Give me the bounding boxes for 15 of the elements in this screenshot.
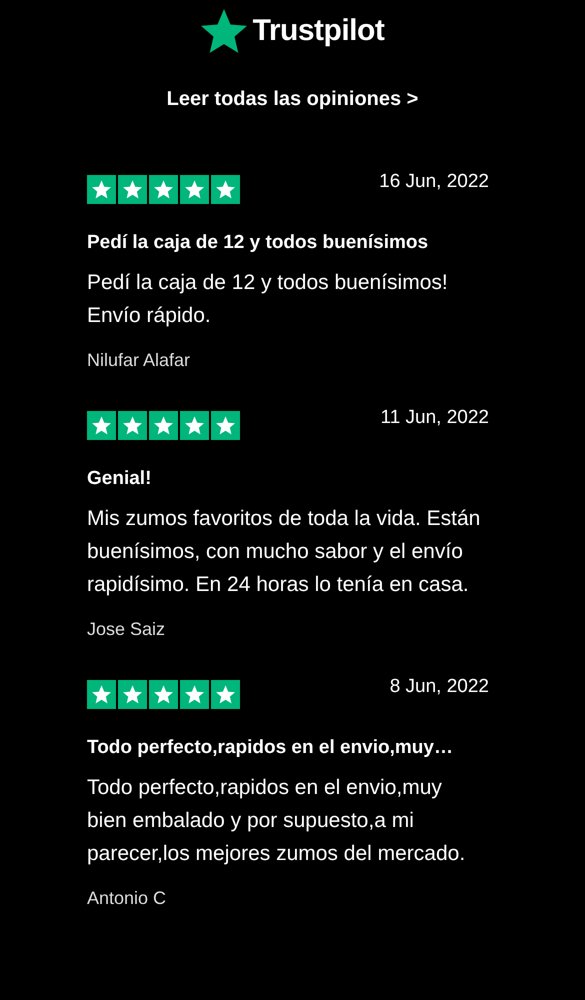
review-date: 16 Jun, 2022	[379, 171, 489, 193]
review-text: Pedí la caja de 12 y todos buenísimos! Envío rápido.	[87, 270, 449, 329]
review-text: Todo perfecto,rapidos en el envio,muy bien embalado y por supuesto,a mi parecer,los mejores zumos del mercado.	[87, 775, 466, 867]
logo-text: Trustpilot	[252, 14, 384, 48]
read-all-link[interactable]: Leer todas las opiniones >	[166, 88, 418, 111]
reviewer-name: Jose Saiz	[87, 619, 166, 640]
review-title: Todo perfecto,rapidos en el envio,muy…	[87, 737, 454, 759]
star-icon	[200, 8, 247, 54]
review-text: Mis zumos favoritos de toda la vida. Están buenísimos, con mucho sabor y el envío rapidísimo. En 24 horas lo tenía en casa.	[87, 506, 482, 598]
review-title: Pedí la caja de 12 y todos buenísimos	[87, 232, 430, 254]
review-title: Genial!	[87, 468, 152, 490]
review-date: 11 Jun, 2022	[380, 407, 489, 429]
review-date: 8 Jun, 2022	[390, 676, 489, 698]
reviewer-name: Antonio C	[87, 888, 168, 909]
reviewer-name: Nilufar Alafar	[87, 350, 192, 371]
